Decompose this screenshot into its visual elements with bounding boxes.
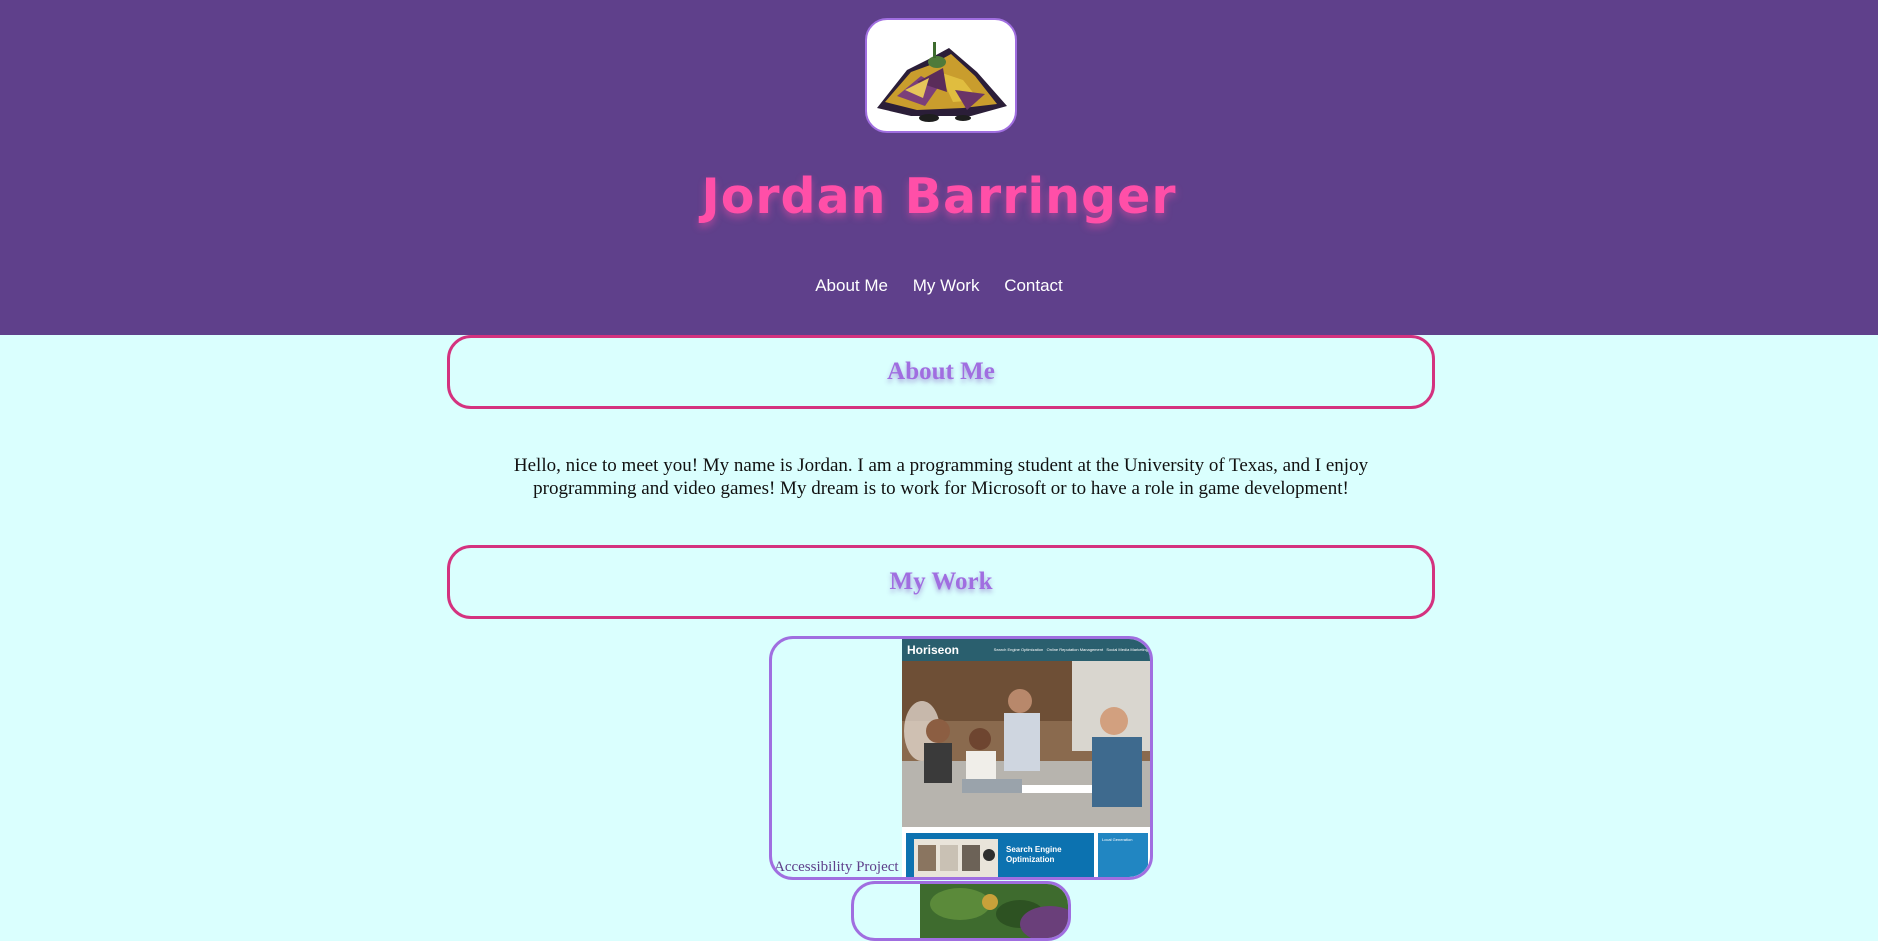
local-feature-title: Local Generation xyxy=(1102,837,1133,842)
nav-link-about-me[interactable]: About Me xyxy=(815,276,888,295)
screenshot-header-bar: Horiseon Search Engine Optimization Onli… xyxy=(902,639,1150,661)
screenshot-brand: Horiseon xyxy=(907,643,960,657)
screenshot-nav-link: Social Media Marketing xyxy=(1106,647,1148,652)
about-me-heading: About Me xyxy=(887,358,995,385)
main-nav: About Me My Work Contact xyxy=(0,276,1878,296)
seo-feature-image xyxy=(914,839,998,877)
screenshot-feature-row: Search Engine Optimization Local Generat… xyxy=(902,827,1150,877)
nav-link-my-work[interactable]: My Work xyxy=(913,276,980,295)
seo-feature-box: Search Engine Optimization xyxy=(906,833,1094,877)
project-caption[interactable]: Accessibility Project xyxy=(774,859,899,876)
screenshot-nav-link: Online Reputation Management xyxy=(1046,647,1104,652)
site-header: Jordan Barringer About Me My Work Contac… xyxy=(0,0,1878,335)
project-card-accessibility[interactable]: Accessibility Project Horiseon Search En… xyxy=(769,636,1153,880)
site-title: Jordan Barringer xyxy=(701,168,1177,225)
project-card-2[interactable] xyxy=(851,881,1071,941)
local-feature-box: Local Generation xyxy=(1098,833,1148,877)
screenshot-nav-links: Search Engine Optimization Online Reputa… xyxy=(994,647,1148,652)
team-meeting-photo xyxy=(902,661,1150,827)
about-me-text: Hello, nice to meet you! My name is Jord… xyxy=(513,455,1369,499)
nav-link-contact[interactable]: Contact xyxy=(1004,276,1063,295)
rock-pile-avatar-icon xyxy=(877,42,1007,122)
profile-avatar xyxy=(865,18,1017,133)
screenshot-nav-link: Search Engine Optimization xyxy=(993,647,1044,652)
about-me-heading-box: About Me xyxy=(447,335,1435,409)
nature-thumbnail-image xyxy=(920,884,1068,938)
seo-feature-title: Search Engine Optimization xyxy=(1006,845,1062,864)
my-work-heading: My Work xyxy=(889,568,993,595)
project-screenshot[interactable]: Horiseon Search Engine Optimization Onli… xyxy=(902,639,1150,877)
my-work-heading-box: My Work xyxy=(447,545,1435,619)
